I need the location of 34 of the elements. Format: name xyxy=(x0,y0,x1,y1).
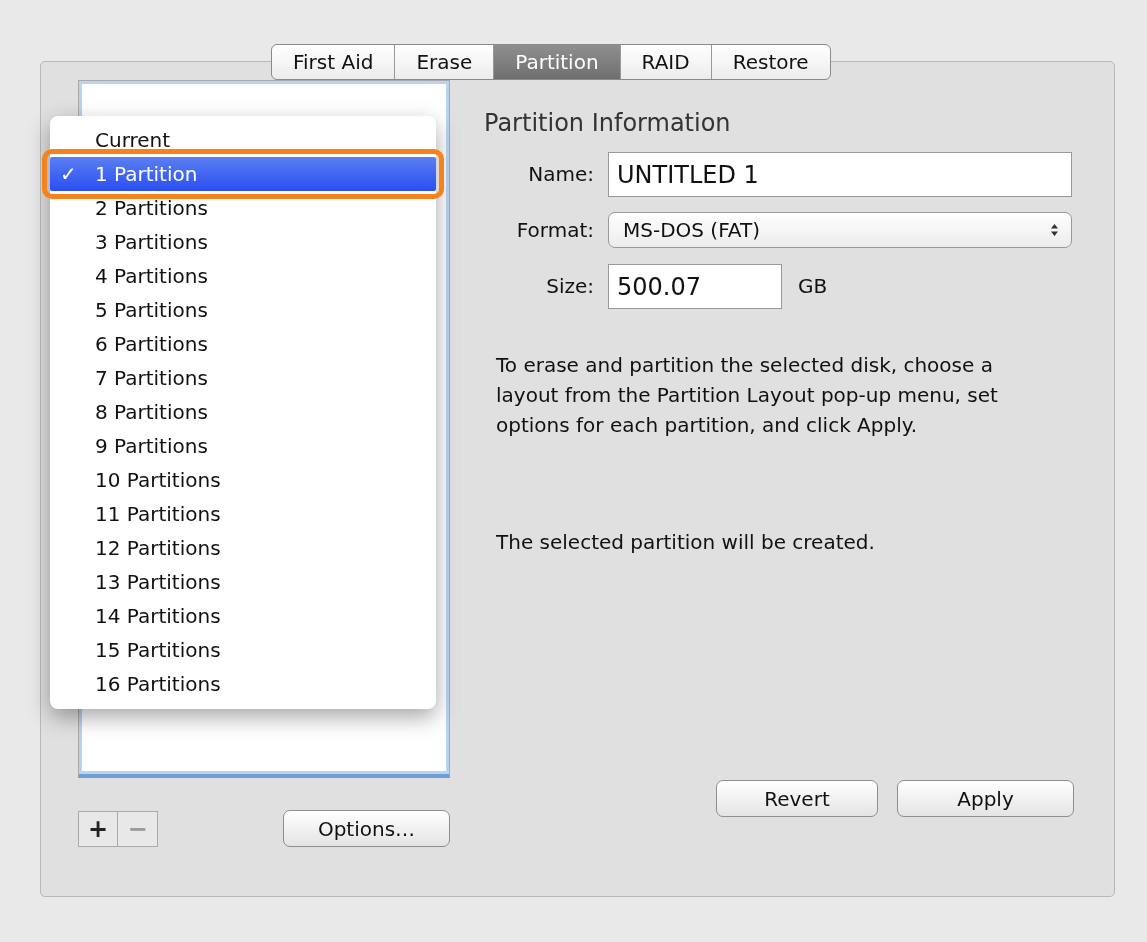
stepper-arrows-icon xyxy=(1050,223,1059,237)
apply-button[interactable]: Apply xyxy=(897,780,1074,817)
tab[interactable]: Partition xyxy=(494,45,621,79)
instructions-text: To erase and partition the selected disk, choose a layout from the Partition Layout pop-up menu, set options for each partition, and click Apply. xyxy=(496,352,999,439)
menu-item[interactable]: 9 Partitions xyxy=(50,429,436,463)
menu-item[interactable]: 4 Partitions xyxy=(50,259,436,293)
menu-item[interactable]: 10 Partitions xyxy=(50,463,436,497)
status-text: The selected partition will be created. xyxy=(496,530,876,554)
menu-item[interactable]: 8 Partitions xyxy=(50,395,436,429)
menu-item[interactable]: 14 Partitions xyxy=(50,599,436,633)
options-button[interactable]: Options… xyxy=(283,810,450,847)
menu-item[interactable]: 3 Partitions xyxy=(50,225,436,259)
format-dropdown[interactable]: MS-DOS (FAT) xyxy=(608,212,1072,248)
tab[interactable]: Restore xyxy=(711,45,830,79)
menu-item[interactable]: 5 Partitions xyxy=(50,293,436,327)
menu-item[interactable]: 16 Partitions xyxy=(50,667,436,701)
menu-item[interactable]: 12 Partitions xyxy=(50,531,436,565)
menu-item[interactable]: 7 Partitions xyxy=(50,361,436,395)
add-button[interactable]: + xyxy=(78,810,118,847)
field-label: Name: xyxy=(527,162,594,186)
tab[interactable]: RAID xyxy=(620,45,712,79)
menu-item[interactable]: 15 Partitions xyxy=(50,633,436,667)
size-field[interactable]: 500.07 xyxy=(608,263,782,309)
name-field[interactable]: UNTITLED 1 xyxy=(608,151,1072,197)
field-label: Format: xyxy=(515,218,594,242)
menu-item[interactable]: 11 Partitions xyxy=(50,497,436,531)
field-label: Size: xyxy=(545,274,594,298)
menu-item[interactable]: 2 Partitions xyxy=(50,191,436,225)
menu-item[interactable]: Current xyxy=(50,123,436,157)
menu-item[interactable]: 6 Partitions xyxy=(50,327,436,361)
unit-label: GB xyxy=(798,274,828,298)
menu-item[interactable]: 13 Partitions xyxy=(50,565,436,599)
revert-button[interactable]: Revert xyxy=(716,780,878,817)
section-title: Partition Information xyxy=(484,109,732,139)
